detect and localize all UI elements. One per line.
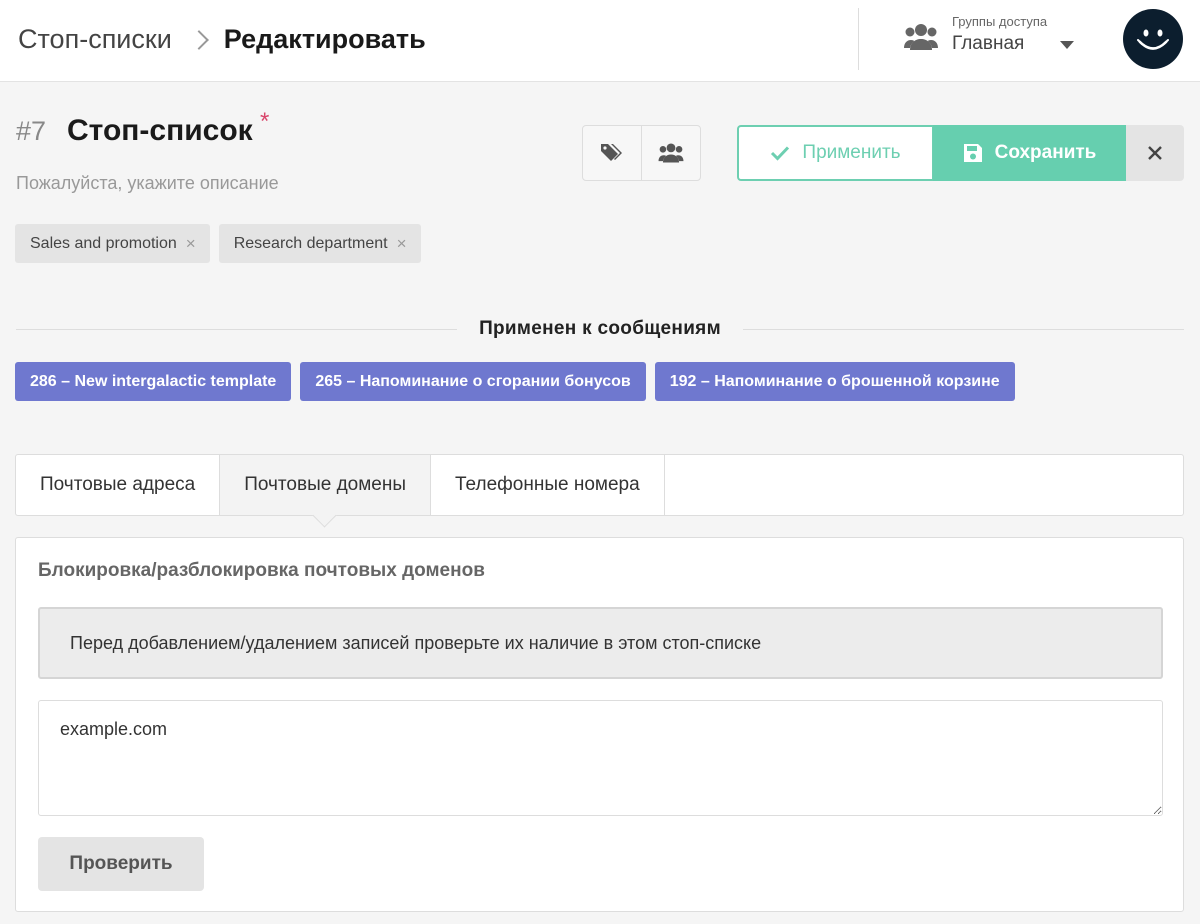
- close-icon: [1148, 146, 1162, 160]
- tag-chip: Research department ×: [218, 224, 421, 263]
- applied-section-header: Применен к сообщениям: [16, 315, 1184, 343]
- stoplist-number: #7: [16, 116, 47, 146]
- required-marker: *: [260, 108, 270, 135]
- smiley-face-icon: [1137, 29, 1169, 50]
- save-button-label: Сохранить: [994, 142, 1097, 163]
- floppy-disk-icon: [963, 144, 982, 162]
- remove-tag-icon[interactable]: ×: [186, 234, 196, 254]
- panel-title: Блокировка/разблокировка почтовых домено…: [38, 560, 485, 581]
- tag-label: Sales and promotion: [30, 234, 177, 252]
- tag-icon: [601, 144, 622, 161]
- header-divider: [858, 8, 859, 70]
- message-chip[interactable]: 192 – Напоминание о брошенной корзине: [654, 362, 1015, 401]
- apply-button[interactable]: Применить: [737, 125, 934, 181]
- apply-button-label: Применить: [802, 142, 901, 163]
- access-group-label: Группы доступа: [952, 14, 1048, 29]
- tag-label: Research department: [233, 234, 388, 252]
- tag-chip: Sales and promotion ×: [15, 224, 210, 263]
- domains-panel: Блокировка/разблокировка почтовых домено…: [15, 537, 1184, 912]
- breadcrumb: Стоп-списки Редактировать: [18, 24, 426, 55]
- tab-phone-numbers[interactable]: Телефонные номера: [431, 455, 665, 515]
- divider: [742, 328, 1184, 330]
- message-chip[interactable]: 286 – New intergalactic template: [15, 362, 292, 401]
- tab-bar: Почтовые адреса Почтовые домены Телефонн…: [15, 454, 1184, 516]
- check-button[interactable]: Проверить: [38, 837, 204, 891]
- access-group-value: Главная: [952, 33, 1025, 54]
- remove-tag-icon[interactable]: ×: [397, 234, 407, 254]
- save-button[interactable]: Сохранить: [933, 125, 1126, 181]
- users-icon: [904, 24, 938, 50]
- domains-textarea[interactable]: example.com: [38, 700, 1163, 816]
- meta-icon-group: [582, 125, 701, 181]
- message-list: 286 – New intergalactic template 265 – Н…: [15, 362, 1015, 401]
- breadcrumb-current: Редактировать: [223, 24, 426, 54]
- tags-button[interactable]: [583, 126, 641, 180]
- message-chip[interactable]: 265 – Напоминание о сгорании бонусов: [300, 362, 646, 401]
- applied-section-title: Применен к сообщениям: [479, 318, 721, 339]
- caret-down-icon: [1060, 41, 1074, 49]
- divider: [16, 328, 458, 330]
- tag-list: Sales and promotion × Research departmen…: [15, 224, 421, 263]
- description-field[interactable]: Пожалуйста, укажите описание: [16, 173, 279, 194]
- breadcrumb-stoplists-link[interactable]: Стоп-списки: [18, 24, 172, 55]
- access-groups-button[interactable]: [641, 126, 700, 180]
- tab-email-addresses[interactable]: Почтовые адреса: [16, 455, 221, 515]
- chevron-right-icon: [188, 29, 209, 50]
- page-title[interactable]: Стоп-список: [67, 114, 253, 148]
- users-icon: [658, 143, 684, 163]
- access-group-selector[interactable]: Группы доступа Главная: [904, 14, 1074, 58]
- check-icon: [771, 146, 790, 161]
- tab-email-domains[interactable]: Почтовые домены: [220, 455, 432, 515]
- notice-box: Перед добавлением/удалением записей пров…: [38, 607, 1163, 679]
- avatar[interactable]: [1123, 9, 1183, 69]
- close-button[interactable]: [1126, 125, 1184, 181]
- top-bar: Стоп-списки Редактировать Группы доступа…: [0, 0, 1200, 82]
